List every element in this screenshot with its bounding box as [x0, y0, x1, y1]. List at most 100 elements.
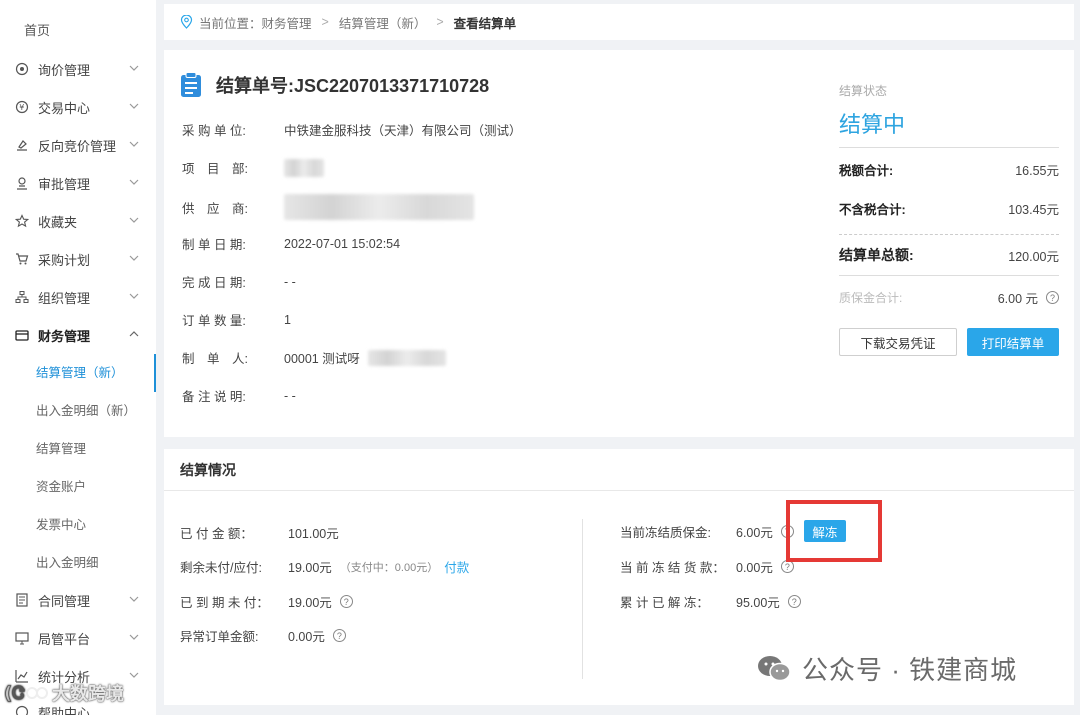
field-value: - -	[284, 274, 296, 289]
help-icon[interactable]: ?	[1046, 291, 1059, 304]
row-label: 已 到 期 未 付：	[180, 596, 269, 610]
sidebar-item-label: 反向竞价管理	[38, 138, 117, 154]
total-row: 结算单总额: 120.00元	[839, 245, 1059, 276]
row-value: 0.00元	[736, 561, 773, 575]
total-unfrozen-row: 累 计 已 解 冻： 95.00元 ?	[620, 592, 801, 611]
watermark-brand: (Ꮳ 大数跨境	[4, 680, 124, 706]
sidebar-item-contract[interactable]: 合同管理	[0, 581, 156, 619]
watermark-text: 公众号 · 铁建商城	[802, 655, 1018, 685]
pretax-row: 不含税合计: 103.45元	[839, 199, 1059, 235]
sidebar-item-favorites[interactable]: 收藏夹	[0, 202, 156, 240]
field-supplier: 供 应 商:	[182, 194, 474, 220]
tax-value: 16.55元	[1015, 164, 1059, 178]
sidebar-item-label: 交易中心	[38, 100, 91, 116]
download-voucher-button[interactable]: 下载交易凭证	[839, 328, 957, 356]
breadcrumb-separator: >	[321, 15, 329, 29]
auction-icon	[14, 137, 30, 153]
field-label: 备 注 说 明:	[182, 390, 246, 404]
star-icon	[14, 213, 30, 229]
sidebar-item-label: 合同管理	[38, 593, 91, 609]
chevron-down-icon	[129, 672, 139, 678]
field-label: 完 成 日 期:	[182, 276, 246, 290]
chevron-down-icon	[129, 179, 139, 185]
row-value: 19.00元	[288, 596, 332, 610]
watermark-text: 大数跨境	[52, 684, 124, 704]
location-pin-icon	[180, 15, 193, 29]
sidebar-sub-settlement[interactable]: 结算管理	[0, 430, 156, 468]
field-buyer: 采 购 单 位: 中铁建金服科技（天津）有限公司（测试）	[182, 120, 522, 139]
trade-icon: ¥	[14, 99, 30, 115]
highlight-box	[786, 500, 882, 562]
help-icon[interactable]: ?	[332, 629, 346, 642]
status-value: 结算中	[839, 107, 1059, 148]
field-value: 1	[284, 312, 291, 327]
clipboard-icon	[181, 72, 201, 97]
field-value: - -	[284, 388, 296, 403]
sidebar-item-trade[interactable]: ¥ 交易中心	[0, 88, 156, 126]
deposit-row: 质保金合计: 6.00 元 ?	[839, 288, 1059, 307]
field-created-date: 制 单 日 期: 2022-07-01 15:02:54	[182, 234, 400, 253]
sidebar-sub-fund-account[interactable]: 资金账户	[0, 468, 156, 506]
pretax-label: 不含税合计:	[839, 203, 906, 217]
row-label: 异常订单金额:	[180, 630, 259, 644]
abnormal-row: 异常订单金额: 0.00元 ?	[180, 626, 346, 645]
order-detail-card: 结算单号:JSC2207013371710728 采 购 单 位: 中铁建金服科…	[164, 50, 1074, 437]
pay-link[interactable]: 付款	[444, 557, 469, 576]
total-label: 结算单总额:	[839, 247, 914, 263]
row-value: 95.00元	[736, 596, 780, 610]
field-label: 制 单 人:	[182, 352, 248, 366]
sidebar-sub-cashflow-new[interactable]: 出入金明细（新）	[0, 392, 156, 430]
sidebar-item-purchase-plan[interactable]: 采购计划	[0, 240, 156, 278]
sidebar-item-label: 审批管理	[38, 176, 91, 192]
order-title: 结算单号:JSC2207013371710728	[180, 72, 489, 98]
help-icon[interactable]: ?	[339, 595, 353, 608]
contract-icon	[14, 592, 30, 608]
row-label: 当 前 冻 结 货 款：	[620, 561, 725, 575]
sidebar-item-finance[interactable]: 财务管理	[0, 316, 156, 354]
redacted-value	[367, 349, 446, 366]
sidebar-item-inquiry[interactable]: 询价管理	[0, 50, 156, 88]
field-label: 制 单 日 期:	[182, 238, 246, 252]
redacted-value	[284, 158, 324, 177]
field-project: 项 目 部:	[182, 158, 324, 177]
watermark-wechat: 公众号 · 铁建商城	[756, 650, 1017, 687]
sidebar-item-label: 组织管理	[38, 290, 91, 306]
remaining-row: 剩余未付/应付: 19.00元 （支付中：0.00元） 付款	[180, 557, 469, 576]
deposit-label: 质保金合计:	[839, 291, 903, 305]
sidebar-sub-cashflow[interactable]: 出入金明细	[0, 544, 156, 582]
sidebar-sub-settlement-new[interactable]: 结算管理（新）	[0, 354, 156, 392]
settlement-summary: 结算状态 结算中 税额合计: 16.55元 不含税合计: 103.45元 结算单…	[839, 82, 1059, 307]
tax-label: 税额合计:	[839, 164, 894, 178]
chevron-down-icon	[129, 634, 139, 640]
row-value: 19.00元	[288, 561, 332, 575]
sidebar-sub-invoice[interactable]: 发票中心	[0, 506, 156, 544]
sidebar-item-org[interactable]: 组织管理	[0, 278, 156, 316]
sidebar-item-label: 局管平台	[38, 631, 91, 647]
sidebar-item-label: 收藏夹	[38, 214, 78, 230]
chevron-down-icon	[129, 596, 139, 602]
row-value: 6.00元	[736, 525, 773, 540]
breadcrumb-mid[interactable]: 结算管理（新）	[339, 13, 427, 32]
row-value: 101.00元	[288, 527, 339, 541]
print-settlement-button[interactable]: 打印结算单	[967, 328, 1059, 356]
sidebar-item-label: 采购计划	[38, 252, 91, 268]
sidebar-item-approval[interactable]: 审批管理	[0, 164, 156, 202]
field-value: 00001 测试呀	[284, 352, 360, 366]
section-title: 结算情况	[164, 449, 1074, 491]
field-label: 订 单 数 量:	[182, 314, 246, 328]
chevron-down-icon	[129, 65, 139, 71]
wechat-icon	[758, 655, 791, 681]
pretax-value: 103.45元	[1008, 203, 1059, 217]
field-value: 2022-07-01 15:02:54	[284, 236, 401, 251]
sidebar-item-auction[interactable]: 反向竞价管理	[0, 126, 156, 164]
sidebar-item-monitor[interactable]: 局管平台	[0, 619, 156, 657]
inquiry-icon	[14, 61, 30, 77]
help-icon[interactable]: ?	[787, 595, 801, 608]
row-label: 累 计 已 解 冻：	[620, 596, 709, 610]
row-label: 已 付 金 额：	[180, 527, 253, 541]
approval-icon	[14, 175, 30, 191]
row-label: 剩余未付/应付:	[180, 561, 262, 575]
chevron-down-icon	[129, 293, 139, 299]
breadcrumb-prefix[interactable]: 当前位置：财务管理	[199, 13, 312, 32]
frozen-payment-row: 当 前 冻 结 货 款： 0.00元 ?	[620, 557, 794, 576]
